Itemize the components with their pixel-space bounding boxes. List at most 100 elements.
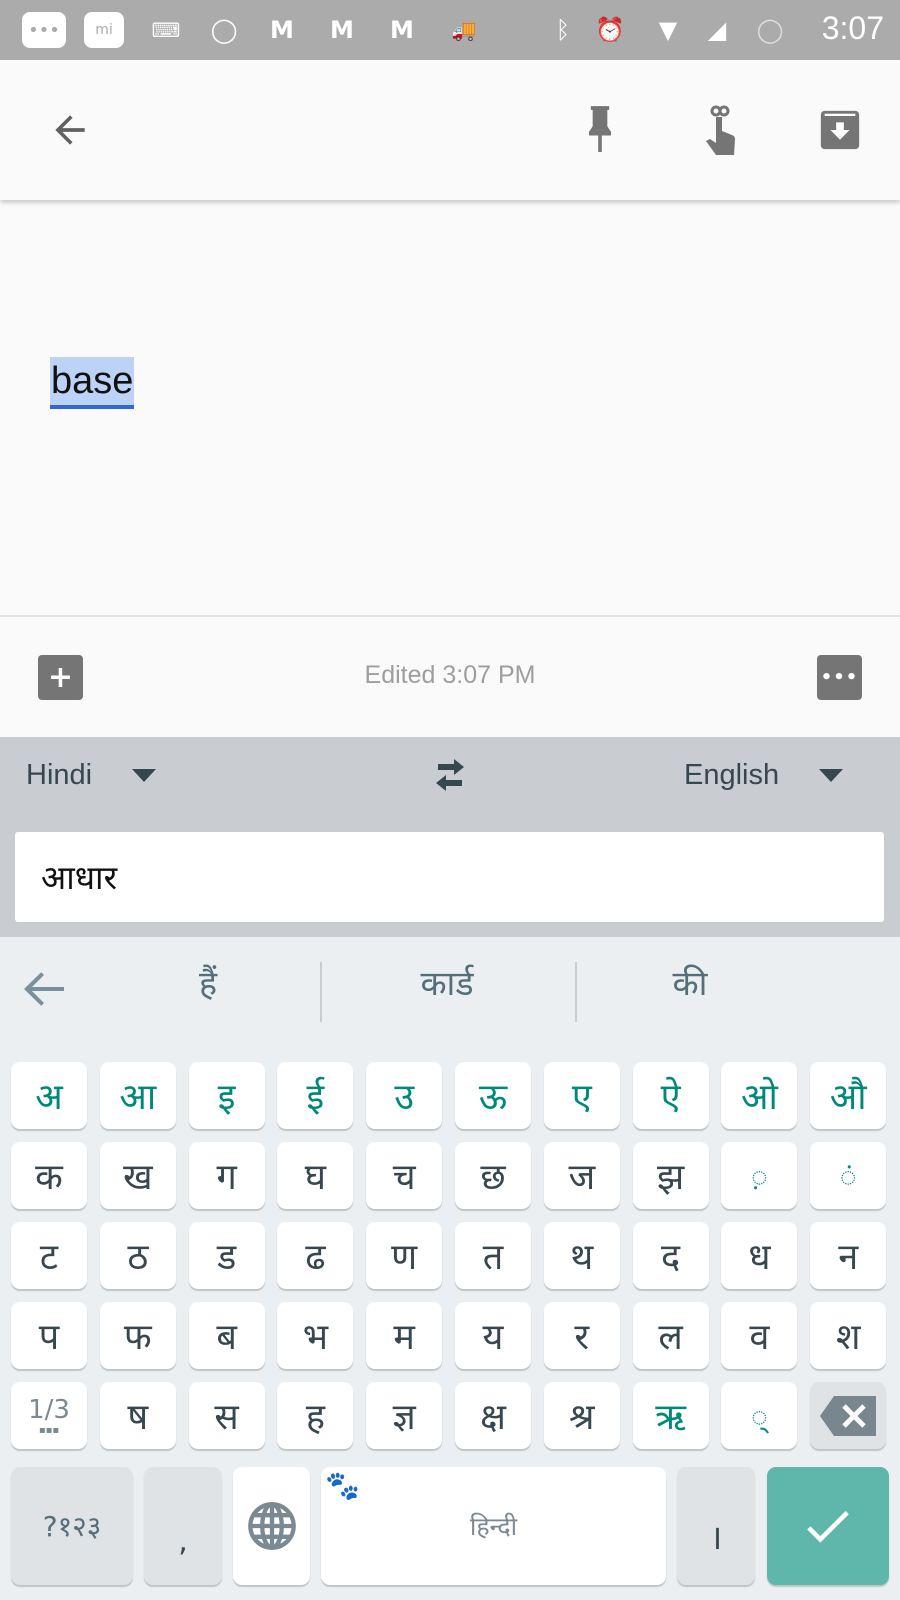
page-switch-key[interactable]: 1/3 ▪▪▪: [11, 1382, 87, 1449]
space-key[interactable]: 🐾 हिन्दी: [321, 1467, 666, 1585]
key[interactable]: अ: [11, 1062, 87, 1129]
paw-icon: 🐾: [325, 1469, 360, 1502]
key[interactable]: य: [455, 1302, 531, 1369]
alarm-icon: ⏰: [595, 16, 625, 44]
globe-icon: [247, 1502, 296, 1550]
key[interactable]: क: [11, 1142, 87, 1209]
key[interactable]: न: [810, 1222, 887, 1289]
key[interactable]: श: [810, 1302, 887, 1369]
suggestion-back-button[interactable]: [20, 967, 68, 1015]
dropdown-icon: [132, 769, 157, 782]
suggestion-item[interactable]: की: [590, 959, 790, 1005]
backspace-icon: [820, 1395, 877, 1436]
edited-timestamp: Edited 3:07 PM: [364, 661, 536, 689]
key[interactable]: ल: [632, 1302, 709, 1369]
target-language-dropdown[interactable]: English: [684, 759, 844, 792]
key[interactable]: ई: [277, 1062, 354, 1129]
keyboard: हैं कार्ड की अ आ इ ई उ ऊ ए ऐ ओ औ क ख ग घ च छ ज झ ◌़ ◌ं ट ठ ड ढ ण…: [0, 937, 900, 1600]
swap-icon: [436, 759, 464, 791]
key[interactable]: आ: [99, 1062, 176, 1129]
key[interactable]: ठ: [99, 1222, 176, 1289]
key[interactable]: व: [721, 1302, 798, 1369]
key[interactable]: उ: [366, 1062, 443, 1129]
key[interactable]: ष: [99, 1382, 176, 1449]
suggestion-item[interactable]: हैं: [108, 959, 308, 1005]
key[interactable]: थ: [543, 1222, 620, 1289]
key[interactable]: ज: [543, 1142, 620, 1209]
gmail-icon: M: [270, 16, 294, 44]
messages-icon: •••: [22, 12, 66, 48]
key[interactable]: छ: [455, 1142, 531, 1209]
key[interactable]: ऊ: [455, 1062, 531, 1129]
key[interactable]: च: [366, 1142, 443, 1209]
key[interactable]: श्र: [543, 1382, 620, 1449]
toolbar: [0, 60, 900, 200]
dropdown-icon: [819, 769, 844, 782]
key[interactable]: ढ: [277, 1222, 354, 1289]
reminder-button[interactable]: [690, 100, 750, 160]
source-language-dropdown[interactable]: Hindi: [26, 759, 157, 792]
key[interactable]: ◌ं: [810, 1142, 887, 1209]
reminder-icon: [706, 105, 735, 155]
bottom-bar: + Edited 3:07 PM •••: [0, 615, 900, 737]
key[interactable]: घ: [277, 1142, 354, 1209]
key[interactable]: क्ष: [455, 1382, 531, 1449]
key[interactable]: ऐ: [632, 1062, 709, 1129]
archive-button[interactable]: [810, 100, 870, 160]
keyboard-icon: ⌨: [151, 18, 181, 42]
key[interactable]: झ: [632, 1142, 709, 1209]
suggestion-item[interactable]: कार्ड: [347, 959, 547, 1005]
key[interactable]: भ: [277, 1302, 354, 1369]
symbols-key[interactable]: ?१२३: [11, 1467, 133, 1585]
key[interactable]: ओ: [721, 1062, 798, 1129]
back-arrow-icon: [55, 115, 85, 145]
key[interactable]: ध: [721, 1222, 798, 1289]
comma-key[interactable]: ,: [144, 1467, 222, 1585]
key[interactable]: ह: [277, 1382, 354, 1449]
archive-icon: [820, 110, 860, 150]
danda-key[interactable]: ।: [677, 1467, 755, 1585]
key[interactable]: ब: [188, 1302, 265, 1369]
key[interactable]: ट: [11, 1222, 87, 1289]
key[interactable]: द: [632, 1222, 709, 1289]
key[interactable]: र: [543, 1302, 620, 1369]
wifi-icon: ▼: [658, 16, 678, 44]
pin-button[interactable]: [570, 100, 630, 160]
key[interactable]: ए: [543, 1062, 620, 1129]
page-key-label: 1/3: [28, 1395, 70, 1425]
key[interactable]: ग: [188, 1142, 265, 1209]
status-bar: ••• mi ⌨ ◯ M M M 🚚 ᛒ ⏰ ▼ ◢ ◯ 3:07: [0, 0, 900, 60]
translate-input[interactable]: आधार: [15, 832, 884, 922]
checkmark-icon: [807, 1510, 849, 1543]
swap-languages-button[interactable]: [425, 755, 475, 799]
myntra-icon: M: [390, 16, 414, 44]
key[interactable]: औ: [810, 1062, 887, 1129]
key[interactable]: ण: [366, 1222, 443, 1289]
space-key-label: हिन्दी: [469, 1512, 518, 1541]
key[interactable]: स: [188, 1382, 265, 1449]
suggestion-strip: हैं कार्ड की: [0, 937, 900, 1047]
bluetooth-icon: ᛒ: [555, 16, 571, 44]
page-indicator-dots: ▪▪▪: [38, 1425, 60, 1436]
language-switch-key[interactable]: [233, 1467, 310, 1585]
note-text-selected[interactable]: base: [50, 357, 135, 409]
key[interactable]: त: [455, 1222, 531, 1289]
key[interactable]: ◌्: [721, 1382, 798, 1449]
note-body[interactable]: base: [0, 200, 900, 615]
source-language-label: Hindi: [26, 759, 93, 791]
backspace-key[interactable]: [810, 1382, 887, 1449]
target-language-label: English: [684, 759, 780, 791]
more-button[interactable]: •••: [817, 655, 862, 700]
key[interactable]: म: [366, 1302, 443, 1369]
key[interactable]: ख: [99, 1142, 176, 1209]
key[interactable]: फ: [99, 1302, 176, 1369]
enter-key[interactable]: [767, 1467, 889, 1585]
key[interactable]: इ: [188, 1062, 265, 1129]
key[interactable]: प: [11, 1302, 87, 1369]
key[interactable]: ◌़: [721, 1142, 798, 1209]
key[interactable]: ऋ: [632, 1382, 709, 1449]
key[interactable]: ज्ञ: [366, 1382, 443, 1449]
translate-bar: Hindi English आधार: [0, 737, 900, 937]
key[interactable]: ड: [188, 1222, 265, 1289]
back-button[interactable]: [40, 100, 100, 160]
